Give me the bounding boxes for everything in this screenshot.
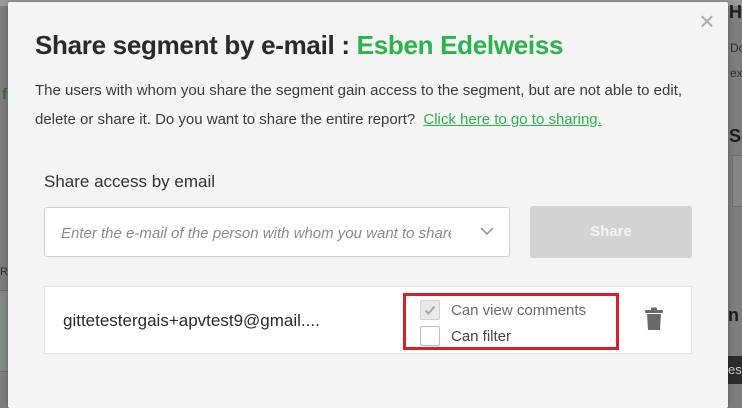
chevron-down-icon[interactable] [479,223,495,239]
background-text-fragment: Do [730,41,742,55]
shared-user-row: gittetestergais+apvtest9@gmail.... Can v… [44,286,692,354]
background-text-fragment: f [2,86,7,103]
email-input[interactable] [59,208,453,258]
can-filter-checkbox[interactable] [420,326,440,346]
modal-title: Share segment by e-mail : Esben Edelweis… [35,30,563,61]
shared-user-email: gittetestergais+apvtest9@gmail.... [63,311,320,330]
go-to-sharing-link[interactable]: Click here to go to sharing. [423,111,601,128]
email-input-wrapper[interactable] [44,207,510,258]
trash-icon[interactable] [644,307,664,331]
segment-name: Esben Edelweiss [356,30,564,60]
background-heading-fragment: Hi [729,2,742,22]
background-heading-fragment: n E [728,305,742,325]
can-filter-label: Can filter [451,327,512,345]
modal-description: The users with whom you share the segmen… [35,76,705,134]
share-access-label: Share access by email [44,172,216,191]
background-text-fragment: ext [730,66,742,80]
checkmark-icon [424,305,436,315]
share-segment-modal: × Share segment by e-mail : Esben Edelwe… [8,2,728,408]
share-button[interactable]: Share [530,206,692,258]
permission-can-view-comments[interactable]: Can view comments [420,299,586,321]
permissions-highlight-box: Can view comments Can filter [403,293,619,350]
background-box [732,155,742,207]
background-heading-fragment: Se [729,126,742,146]
permission-can-filter[interactable]: Can filter [420,325,511,347]
can-view-comments-checkbox[interactable] [420,300,440,320]
title-prefix: Share segment by e-mail : [35,30,357,60]
close-icon[interactable]: × [696,8,718,34]
background-button-fragment: es [728,362,742,377]
can-view-comments-label: Can view comments [451,301,587,319]
background-dark-button: es [728,356,742,384]
